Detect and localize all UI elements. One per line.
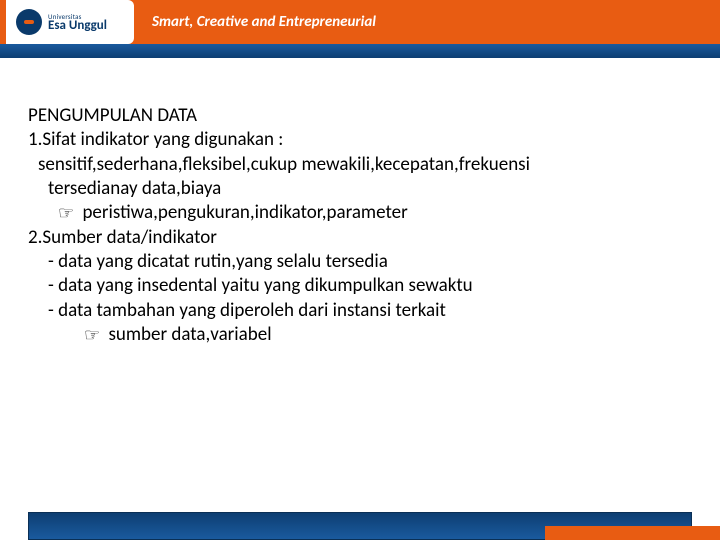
footer (0, 512, 720, 540)
logo-text: Universitas Esa Unggul (48, 13, 107, 32)
logo-container: Universitas Esa Unggul (6, 0, 134, 44)
item2-bullet2: - data yang insedental yaitu yang dikump… (28, 274, 692, 298)
slide-title: PENGUMPULAN DATA (28, 104, 692, 128)
item1-line1: sensitif,sederhana,fleksibel,cukup mewak… (28, 153, 692, 177)
item2-note-line: ☞ sumber data,variabel (28, 323, 692, 347)
pointing-hand-icon: ☞ (84, 324, 100, 347)
item1-line2: tersedianay data,biaya (28, 177, 692, 201)
header-tagline: Smart, Creative and Entrepreneurial (152, 13, 376, 31)
item1-note-text: peristiwa,pengukuran,indikator,parameter (82, 201, 407, 224)
item1-note-line: ☞ peristiwa,pengukuran,indikator,paramet… (28, 201, 692, 225)
logo-icon (16, 9, 42, 35)
logo-name-label: Esa Unggul (48, 19, 107, 32)
item1-heading: 1.Sifat indikator yang digunakan : (28, 128, 692, 152)
item2-bullet1: - data yang dicatat rutin,yang selalu te… (28, 250, 692, 274)
item2-bullet3: - data tambahan yang diperoleh dari inst… (28, 299, 692, 323)
item2-heading: 2.Sumber data/indikator (28, 226, 692, 250)
pointing-hand-icon: ☞ (58, 202, 74, 225)
header-underline (0, 44, 720, 58)
slide-content: PENGUMPULAN DATA 1.Sifat indikator yang … (0, 58, 720, 347)
footer-orange-accent (545, 526, 720, 540)
header-bar: Universitas Esa Unggul Smart, Creative a… (0, 0, 720, 44)
item2-note-text: sumber data,variabel (108, 323, 271, 346)
